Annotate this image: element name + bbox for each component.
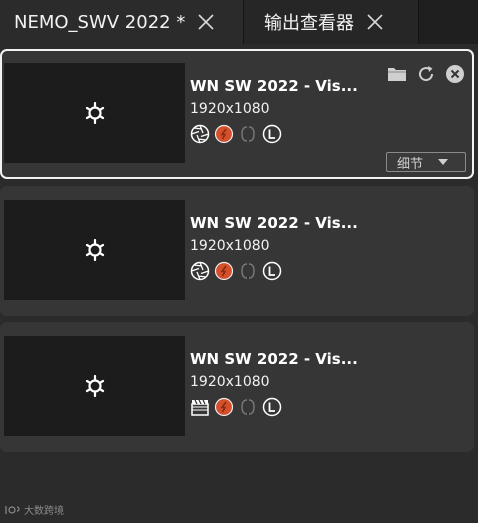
- loading-icon: [85, 102, 104, 124]
- tab-output-viewer[interactable]: 输出查看器: [243, 0, 419, 44]
- stereo-icon: [237, 260, 259, 282]
- remove-icon[interactable]: [444, 63, 466, 85]
- close-icon[interactable]: [195, 11, 217, 33]
- thumbnail[interactable]: [4, 200, 185, 300]
- aperture-icon: [189, 123, 211, 145]
- watermark: 大数跨境: [5, 502, 64, 517]
- render-status-icons: [189, 396, 283, 418]
- aperture-icon: [189, 260, 211, 282]
- renderer-icon: [213, 260, 235, 282]
- tab-bar: NEMO_SWV 2022 * 输出查看器: [0, 0, 478, 44]
- refresh-icon[interactable]: [415, 63, 437, 85]
- resolution-text: 1920x1080: [190, 238, 270, 254]
- render-item-card[interactable]: WN SW 2022 - Vis... 1920x1080 细节: [0, 49, 474, 179]
- stereo-icon: [237, 123, 259, 145]
- render-item-card[interactable]: WN SW 2022 - Vis... 1920x1080: [0, 186, 474, 316]
- loading-icon: [85, 375, 104, 397]
- stereo-icon: [237, 396, 259, 418]
- close-icon[interactable]: [364, 11, 386, 33]
- watermark-logo-icon: [5, 505, 20, 514]
- lut-icon: [261, 260, 283, 282]
- resolution-text: 1920x1080: [190, 101, 270, 117]
- tab-project[interactable]: NEMO_SWV 2022 *: [0, 0, 243, 44]
- chevron-down-icon: [438, 159, 449, 165]
- clapperboard-icon: [189, 396, 211, 418]
- tab-label: 输出查看器: [264, 13, 354, 34]
- render-status-icons: [189, 123, 283, 145]
- thumbnail[interactable]: [4, 336, 185, 436]
- thumbnail[interactable]: [4, 63, 185, 163]
- details-button[interactable]: 细节: [386, 152, 466, 172]
- render-title: WN SW 2022 - Vis...: [190, 350, 358, 368]
- render-title: WN SW 2022 - Vis...: [190, 77, 358, 95]
- lut-icon: [261, 396, 283, 418]
- renderer-icon: [213, 396, 235, 418]
- render-status-icons: [189, 260, 283, 282]
- tab-label: NEMO_SWV 2022 *: [14, 11, 186, 33]
- renderer-icon: [213, 123, 235, 145]
- resolution-text: 1920x1080: [190, 374, 270, 390]
- render-title: WN SW 2022 - Vis...: [190, 214, 358, 232]
- lut-icon: [261, 123, 283, 145]
- card-actions: [386, 63, 466, 85]
- details-label: 细节: [397, 156, 424, 172]
- loading-icon: [85, 239, 104, 261]
- folder-icon[interactable]: [386, 63, 408, 85]
- watermark-text: 大数跨境: [24, 506, 64, 517]
- render-item-card[interactable]: WN SW 2022 - Vis... 1920x1080: [0, 322, 474, 452]
